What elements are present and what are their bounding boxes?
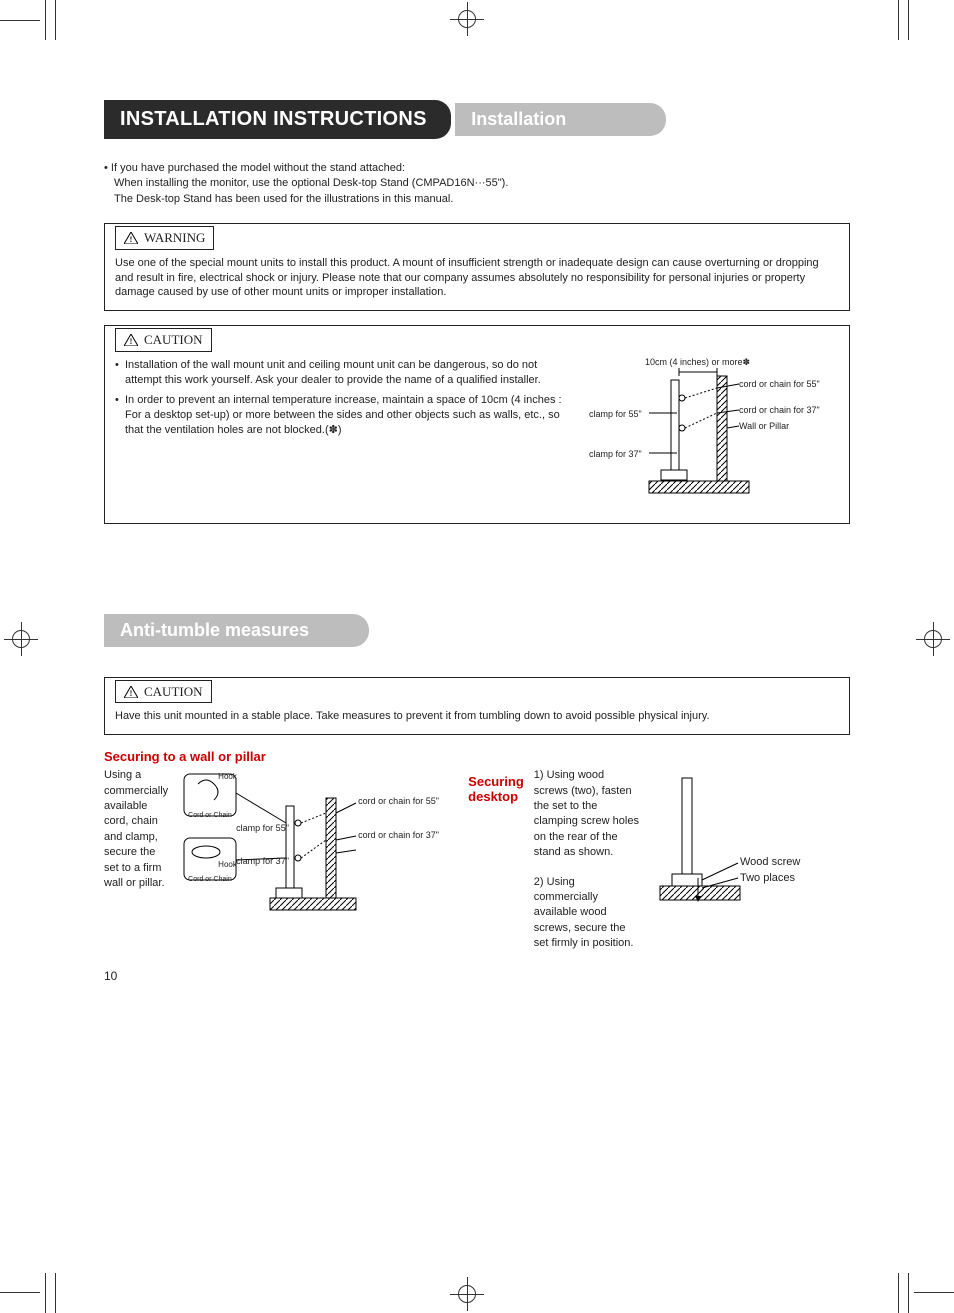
intro-line: When installing the monitor, use the opt… (114, 176, 850, 191)
caution-bullet: In order to prevent an internal temperat… (115, 393, 575, 438)
svg-text:!: ! (130, 235, 133, 244)
fig-label: cord or chain for 37" (358, 830, 439, 840)
step-text: 1) Using wood screws (two), fasten the s… (534, 768, 640, 860)
figure-wall-secure: Hook Cord or Chain Hook Cord or Chain cl… (178, 768, 458, 928)
fig-label: Cord or Chain (188, 812, 232, 819)
caution-text: Have this unit mounted in a stable place… (115, 709, 839, 724)
svg-text:!: ! (130, 689, 133, 698)
svg-text:!: ! (130, 337, 133, 346)
subsection-text: 1) Using wood screws (two), fasten the s… (534, 768, 640, 951)
step-text: 2) Using commercially available wood scr… (534, 875, 640, 952)
figure-clearance: 10cm (4 inches) or more✽ (589, 358, 839, 513)
crop-mark (908, 1273, 909, 1313)
warning-text: Use one of the special mount units to in… (115, 256, 839, 301)
fig-label: clamp for 37" (236, 856, 289, 866)
fig-label: Cord or Chain (188, 876, 232, 883)
caution-label-text: CAUTION (144, 683, 203, 701)
warning-label: ! WARNING (115, 226, 214, 250)
intro-text: • If you have purchased the model withou… (104, 161, 850, 207)
caution-box: ! CAUTION Installation of the wall mount… (104, 325, 850, 524)
figure-desktop-secure: Wood screw Two places (650, 768, 850, 918)
fig-label: cord or chain for 37" (739, 404, 820, 416)
fig-label: clamp for 55" (236, 823, 289, 833)
desktop-secure-diagram-icon (650, 768, 850, 918)
fig-label: Two places (740, 872, 795, 884)
crop-mark (898, 1273, 899, 1313)
fig-label: Hook (218, 860, 237, 869)
fig-label: Hook (218, 772, 237, 781)
caution-label: ! CAUTION (115, 680, 212, 704)
fig-label: 10cm (4 inches) or more✽ (645, 356, 750, 368)
page-title: INSTALLATION INSTRUCTIONS (104, 100, 451, 139)
fig-label: cord or chain for 55" (358, 796, 439, 806)
section-heading-installation: Installation (455, 103, 666, 136)
fig-label: clamp for 37" (589, 448, 642, 460)
subsection-heading: Securing desktop (468, 774, 524, 804)
crop-mark (45, 1273, 46, 1313)
fig-label: Wall or Pillar (739, 420, 789, 432)
crop-mark (55, 1273, 56, 1313)
intro-line: • If you have purchased the model withou… (104, 161, 850, 176)
fig-label: Wood screw (740, 856, 800, 868)
page-number: 10 (104, 969, 117, 983)
warning-icon: ! (124, 334, 138, 346)
caution-label-text: CAUTION (144, 331, 203, 349)
intro-line: The Desk-top Stand has been used for the… (114, 192, 850, 207)
crop-mark (914, 1292, 954, 1293)
warning-icon: ! (124, 232, 138, 244)
subsection-text: Using a commercially available cord, cha… (104, 768, 168, 891)
caution-bullet: Installation of the wall mount unit and … (115, 358, 575, 388)
wall-secure-diagram-icon (178, 768, 458, 928)
registration-mark (450, 1277, 484, 1311)
warning-icon: ! (124, 686, 138, 698)
section-heading-anti-tumble: Anti-tumble measures (104, 614, 369, 647)
subsection-heading: Securing to a wall or pillar (104, 749, 850, 764)
caution-box: ! CAUTION Have this unit mounted in a st… (104, 677, 850, 735)
fig-label: clamp for 55" (589, 408, 642, 420)
fig-label: cord or chain for 55" (739, 378, 820, 390)
warning-label-text: WARNING (144, 229, 205, 247)
caution-label: ! CAUTION (115, 328, 212, 352)
crop-mark (0, 1292, 40, 1293)
warning-box: ! WARNING Use one of the special mount u… (104, 223, 850, 311)
caution-text: Installation of the wall mount unit and … (115, 358, 575, 444)
page-content: INSTALLATION INSTRUCTIONS Installation •… (0, 0, 954, 1071)
